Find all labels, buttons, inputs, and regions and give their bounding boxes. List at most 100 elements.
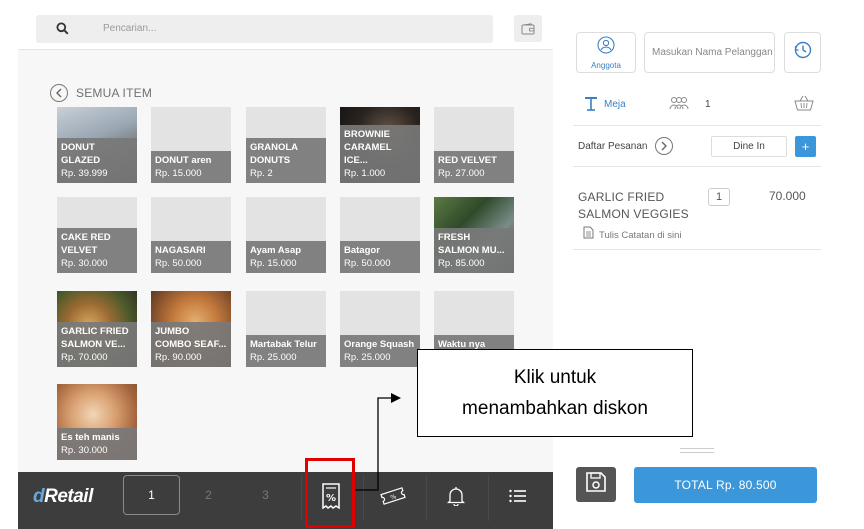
product-price: Rp. 50.000 — [155, 258, 202, 269]
order-panel: Anggota Masukan Nama Pelanggan Meja 1 Da… — [553, 0, 864, 529]
order-list-header: Daftar Pesanan Dine In + — [578, 136, 823, 158]
callout-line-1: Klik untuk — [513, 367, 597, 388]
product-price: Rp. 90.000 — [155, 352, 202, 363]
product-name: JUMBO COMBO SEAF... — [155, 326, 227, 350]
product-name: Es teh manis — [61, 432, 120, 443]
product-name: Batagor — [344, 245, 380, 256]
table-icon — [584, 96, 598, 117]
drag-handle[interactable] — [680, 448, 714, 453]
ticket-icon: % — [379, 486, 406, 510]
product-caption: GRANOLA DONUTS Rp. 2 — [246, 138, 326, 183]
order-item-note[interactable]: Tulis Catatan di sini — [583, 226, 682, 244]
product-card[interactable]: RED VELVET Rp. 27.000 — [434, 107, 514, 183]
product-card[interactable]: Martabak Telur Rp. 25.000 — [246, 291, 326, 367]
page-tab-2[interactable]: 2 — [180, 475, 237, 515]
bottom-bar: dRetail 1 2 3 % % — [18, 458, 553, 529]
product-name: BROWNIE CARAMEL ICE... — [344, 129, 392, 166]
top-bar: Pencarian... — [18, 0, 553, 50]
product-price: Rp. 15.000 — [155, 168, 202, 179]
app-logo: dRetail — [33, 486, 93, 507]
product-caption: GARLIC FRIED SALMON VE... Rp. 70.000 — [57, 322, 137, 367]
note-icon — [583, 226, 594, 244]
product-price: Rp. 15.000 — [250, 258, 297, 269]
search-input[interactable]: Pencarian... — [103, 23, 156, 34]
order-list-label: Daftar Pesanan — [578, 141, 648, 152]
product-card[interactable]: Orange Squash Rp. 25.000 — [340, 291, 420, 367]
product-caption: Orange Squash Rp. 25.000 — [340, 335, 420, 367]
member-icon — [597, 35, 615, 59]
product-name: GARLIC FRIED SALMON VE... — [61, 326, 129, 350]
order-item-price: 70.000 — [769, 189, 806, 203]
product-caption: JUMBO COMBO SEAF... Rp. 90.000 — [151, 322, 231, 367]
table-row: Meja 1 — [578, 94, 818, 116]
divider — [573, 249, 821, 250]
product-name: Martabak Telur — [250, 339, 317, 350]
order-item-qty[interactable]: 1 — [708, 188, 730, 206]
chevron-right-icon[interactable] — [655, 137, 673, 155]
table-label[interactable]: Meja — [604, 99, 626, 110]
product-card[interactable]: FRESH SALMON MU... Rp. 85.000 — [434, 197, 514, 273]
product-caption: CAKE RED VELVET Rp. 30.000 — [57, 228, 137, 273]
callout-line-2: menambahkan diskon — [462, 398, 648, 419]
customer-name-input[interactable]: Masukan Nama Pelanggan — [644, 32, 775, 73]
add-order-button[interactable]: + — [795, 136, 816, 157]
category-back[interactable]: SEMUA ITEM — [50, 84, 152, 102]
voucher-button[interactable]: % — [363, 475, 421, 521]
search-box[interactable]: Pencarian... — [36, 15, 493, 43]
product-card[interactable]: CAKE RED VELVET Rp. 30.000 — [57, 197, 137, 273]
order-item-name[interactable]: GARLIC FRIED SALMON VEGGIES — [578, 189, 689, 223]
product-card[interactable]: GRANOLA DONUTS Rp. 2 — [246, 107, 326, 183]
menu-button[interactable] — [488, 475, 546, 521]
product-price: Rp. 30.000 — [61, 258, 108, 269]
notification-button[interactable] — [426, 475, 484, 521]
product-panel: Pencarian... SEMUA ITEM DONUT GLAZED Rp. … — [18, 0, 553, 529]
guest-count: 1 — [705, 99, 711, 110]
chevron-left-icon — [50, 84, 68, 102]
save-button[interactable] — [576, 467, 616, 502]
list-menu-icon — [508, 489, 527, 508]
total-button[interactable]: TOTAL Rp. 80.500 — [634, 467, 817, 503]
product-card[interactable]: Es teh manis Rp. 30.000 — [57, 384, 137, 460]
divider — [573, 125, 821, 126]
product-name: RED VELVET — [438, 155, 497, 166]
product-price: Rp. 1.000 — [344, 168, 386, 179]
wallet-icon[interactable] — [514, 15, 542, 42]
bell-icon — [446, 486, 465, 511]
product-price: Rp. 85.000 — [438, 258, 485, 269]
basket-icon[interactable] — [794, 95, 814, 116]
product-card[interactable]: NAGASARI Rp. 50.000 — [151, 197, 231, 273]
product-name: Orange Squash — [344, 339, 415, 350]
product-caption: Es teh manis Rp. 30.000 — [57, 428, 137, 460]
product-price: Rp. 50.000 — [344, 258, 391, 269]
history-button[interactable] — [784, 32, 821, 73]
product-caption: DONUT aren Rp. 15.000 — [151, 151, 231, 183]
product-card[interactable]: Batagor Rp. 50.000 — [340, 197, 420, 273]
product-card[interactable]: GARLIC FRIED SALMON VE... Rp. 70.000 — [57, 291, 137, 367]
product-caption: DONUT GLAZED Rp. 39.999 — [57, 138, 137, 183]
product-name: NAGASARI — [155, 245, 206, 256]
pos-screen: Pencarian... SEMUA ITEM DONUT GLAZED Rp. … — [0, 0, 864, 529]
product-price: Rp. 30.000 — [61, 445, 108, 456]
product-caption: NAGASARI Rp. 50.000 — [151, 241, 231, 273]
product-card[interactable]: JUMBO COMBO SEAF... Rp. 90.000 — [151, 291, 231, 367]
member-button[interactable]: Anggota — [576, 32, 636, 73]
order-type-selector[interactable]: Dine In — [711, 136, 787, 157]
page-tab-1[interactable]: 1 — [123, 475, 180, 515]
product-price: Rp. 2 — [250, 168, 273, 179]
note-placeholder: Tulis Catatan di sini — [599, 229, 682, 241]
page-tab-3[interactable]: 3 — [237, 475, 294, 515]
product-caption: RED VELVET Rp. 27.000 — [434, 151, 514, 183]
search-icon — [56, 22, 69, 40]
product-price: Rp. 27.000 — [438, 168, 485, 179]
product-caption: Batagor Rp. 50.000 — [340, 241, 420, 273]
member-label: Anggota — [591, 60, 621, 70]
product-name: GRANOLA DONUTS — [250, 142, 299, 166]
product-card[interactable]: Ayam Asap Rp. 15.000 — [246, 197, 326, 273]
product-price: Rp. 25.000 — [344, 352, 391, 363]
product-name: DONUT aren — [155, 155, 212, 166]
product-price: Rp. 39.999 — [61, 168, 108, 179]
clock-history-icon — [793, 40, 813, 65]
product-card[interactable]: BROWNIE CARAMEL ICE... Rp. 1.000 — [340, 107, 420, 183]
product-card[interactable]: DONUT aren Rp. 15.000 — [151, 107, 231, 183]
product-card[interactable]: DONUT GLAZED Rp. 39.999 — [57, 107, 137, 183]
